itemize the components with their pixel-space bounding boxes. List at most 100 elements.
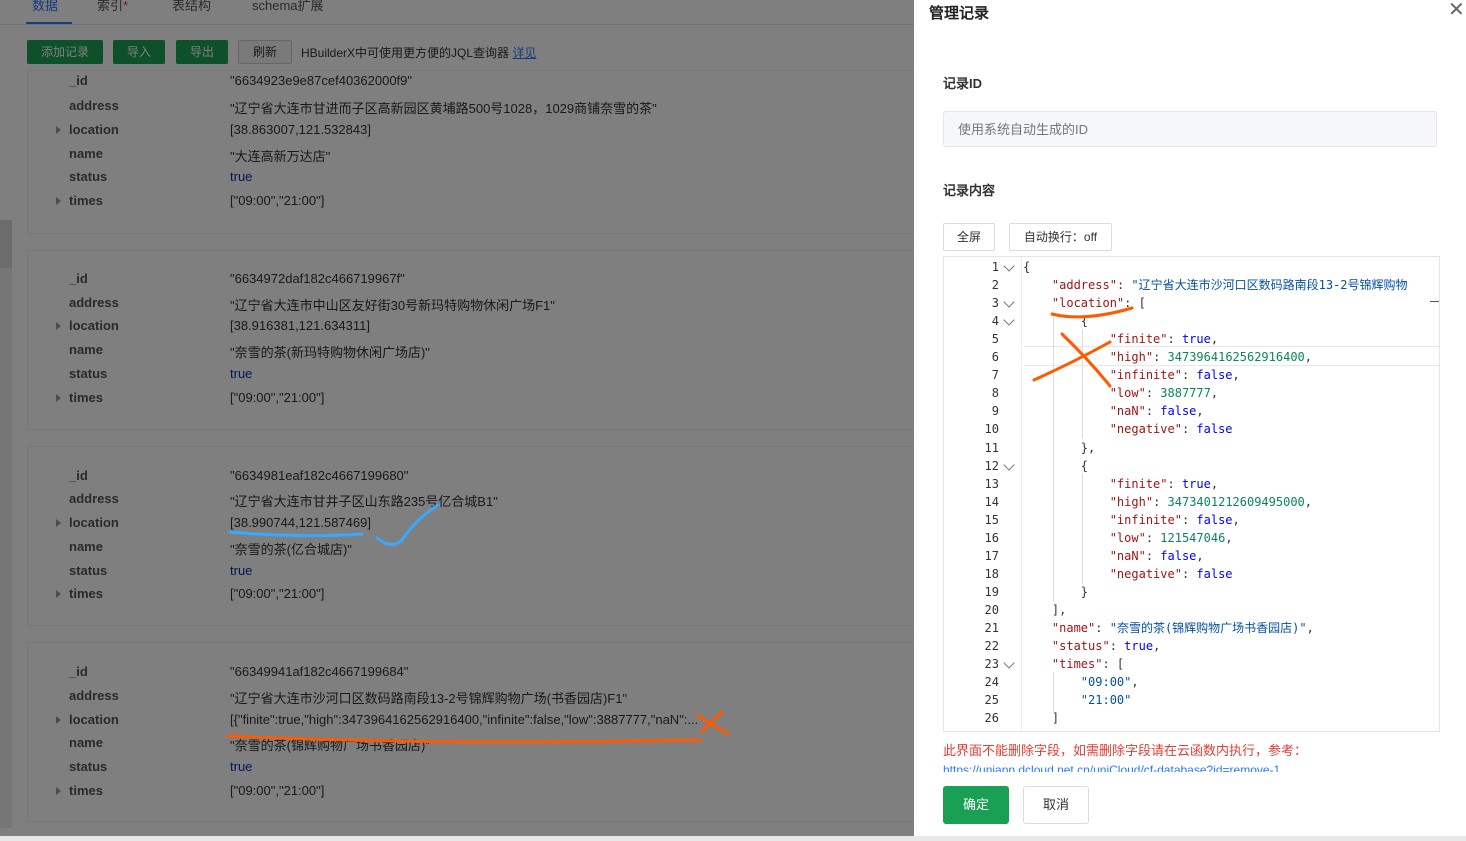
code-text: }, [1023, 440, 1096, 455]
line-number: 23 [984, 657, 999, 672]
line-number: 24 [984, 675, 999, 690]
code-line[interactable]: 18 "negative": false [944, 565, 1439, 583]
code-text: { [1023, 314, 1089, 329]
code-line[interactable]: 8 "low": 3887777, [944, 384, 1439, 402]
fold-chevron-icon[interactable] [1003, 296, 1015, 308]
line-number: 25 [984, 693, 999, 708]
json-editor[interactable]: 1{2 "address": "辽宁省大连市沙河口区数码路南段13-2号锦辉购物… [943, 256, 1440, 732]
code-text: "status": true, [1051, 639, 1161, 654]
code-text: "address": "辽宁省大连市沙河口区数码路南段13-2号锦辉购物 [1051, 278, 1408, 293]
code-line[interactable]: 20 ], [944, 601, 1439, 619]
cancel-button[interactable]: 取消 [1023, 786, 1089, 824]
code-text: "high": 3473964162562916400, [1109, 350, 1313, 365]
line-number: 2 [991, 278, 999, 293]
code-text: "location": [ [1051, 296, 1146, 311]
code-line[interactable]: 19 } [944, 583, 1439, 601]
code-text: "negative": false [1109, 566, 1233, 581]
code-line[interactable]: 25 "21:00" [944, 691, 1439, 709]
line-number: 21 [984, 621, 999, 635]
code-text: "infinite": false, [1109, 512, 1240, 527]
remove-doc-link[interactable]: https://uniapp.dcloud.net.cn/uniCloud/cf… [943, 763, 1280, 772]
manage-record-drawer: 管理记录 ✕ 记录ID 记录内容 全屏 自动换行：off 1{2 "addres… [914, 0, 1466, 841]
record-content-label: 记录内容 [943, 183, 996, 198]
code-text: "name": "奈雪的茶(锦辉购物广场书香园店)", [1051, 621, 1314, 635]
code-line[interactable]: 1{ [944, 258, 1439, 276]
delete-field-warning: 此界面不能删除字段，如需删除字段请在云函数内执行，参考： [943, 743, 1308, 758]
code-line[interactable]: 21 "name": "奈雪的茶(锦辉购物广场书香园店)", [944, 619, 1439, 637]
line-number: 26 [984, 711, 999, 726]
code-text: "21:00" [1080, 693, 1132, 708]
record-id-label: 记录ID [943, 76, 983, 91]
code-line[interactable]: 16 "low": 121547046, [944, 529, 1439, 547]
code-text: ], [1023, 602, 1067, 617]
code-line[interactable]: 5 "finite": true, [944, 330, 1439, 348]
code-line[interactable]: 22 "status": true, [944, 637, 1439, 655]
code-text: "times": [ [1051, 657, 1125, 672]
code-line[interactable]: 13 "finite": true, [944, 475, 1439, 493]
code-text: } [1023, 584, 1089, 599]
line-number: 16 [984, 530, 999, 545]
record-id-input[interactable] [943, 111, 1437, 147]
code-line[interactable]: 14 "high": 3473401212609495000, [944, 493, 1439, 511]
line-number: 7 [991, 368, 999, 383]
code-text: "finite": true, [1109, 332, 1219, 347]
code-line[interactable]: 7 "infinite": false, [944, 366, 1439, 384]
code-text: "naN": false, [1109, 404, 1204, 419]
code-line[interactable]: 11 }, [944, 439, 1439, 457]
bottom-edge [0, 836, 1466, 841]
code-line[interactable]: 23 "times": [ [944, 655, 1439, 673]
line-number: 3 [991, 296, 999, 311]
line-number: 15 [984, 512, 999, 527]
code-line[interactable]: 26 ] [944, 709, 1439, 727]
code-text: "low": 121547046, [1109, 530, 1233, 545]
line-number: 12 [984, 458, 999, 473]
code-line[interactable]: 9 "naN": false, [944, 402, 1439, 420]
code-line[interactable]: 6 "high": 3473964162562916400, [944, 348, 1439, 366]
wrap-toggle-button[interactable]: 自动换行：off [1009, 223, 1112, 251]
line-number: 20 [984, 602, 999, 617]
code-line[interactable]: 4 { [944, 312, 1439, 330]
line-number: 14 [984, 494, 999, 509]
code-line[interactable]: 17 "naN": false, [944, 547, 1439, 565]
code-text: "high": 3473401212609495000, [1109, 494, 1313, 509]
data-panel: 数据 索引* 表结构 schema扩展 添加记录 导入 导出 刷新 HBuild… [0, 0, 914, 841]
fullscreen-button[interactable]: 全屏 [943, 223, 995, 251]
fold-chevron-icon[interactable] [1003, 260, 1015, 272]
line-number: 1 [991, 260, 999, 274]
code-text: "naN": false, [1109, 548, 1204, 563]
fold-chevron-icon[interactable] [1003, 458, 1015, 471]
code-line[interactable]: 12 { [944, 457, 1439, 475]
code-text: { [1023, 260, 1031, 274]
line-number: 9 [991, 404, 999, 419]
line-number: 4 [991, 314, 999, 329]
line-number: 10 [984, 422, 999, 437]
modal-overlay[interactable] [0, 0, 914, 841]
fold-chevron-icon[interactable] [1003, 314, 1015, 326]
code-text: "low": 3887777, [1109, 386, 1219, 401]
line-number: 22 [984, 639, 999, 654]
code-line[interactable]: 2 "address": "辽宁省大连市沙河口区数码路南段13-2号锦辉购物 [944, 276, 1439, 294]
fold-chevron-icon[interactable] [1003, 657, 1015, 669]
code-text: "negative": false [1109, 422, 1233, 437]
code-text: "infinite": false, [1109, 368, 1240, 383]
line-number: 17 [984, 548, 999, 563]
line-number: 18 [984, 566, 999, 581]
line-number: 8 [991, 386, 999, 401]
code-text: { [1023, 458, 1089, 473]
code-text: ] [1023, 711, 1060, 726]
code-line[interactable]: 15 "infinite": false, [944, 511, 1439, 529]
code-line[interactable]: 10 "negative": false [944, 420, 1439, 438]
line-number: 6 [991, 350, 999, 365]
code-line[interactable]: 3 "location": [ [944, 294, 1439, 312]
confirm-button[interactable]: 确定 [943, 786, 1009, 824]
line-number: 11 [984, 440, 999, 455]
line-number: 5 [991, 332, 999, 347]
close-icon[interactable]: ✕ [1448, 0, 1465, 20]
overview-ruler-mark [1430, 301, 1439, 302]
code-line[interactable]: 24 "09:00", [944, 673, 1439, 691]
line-number: 13 [984, 476, 999, 491]
code-text: "09:00", [1080, 675, 1139, 690]
drawer-title: 管理记录 [929, 5, 990, 22]
code-text: "finite": true, [1109, 476, 1219, 491]
line-number: 19 [984, 584, 999, 599]
